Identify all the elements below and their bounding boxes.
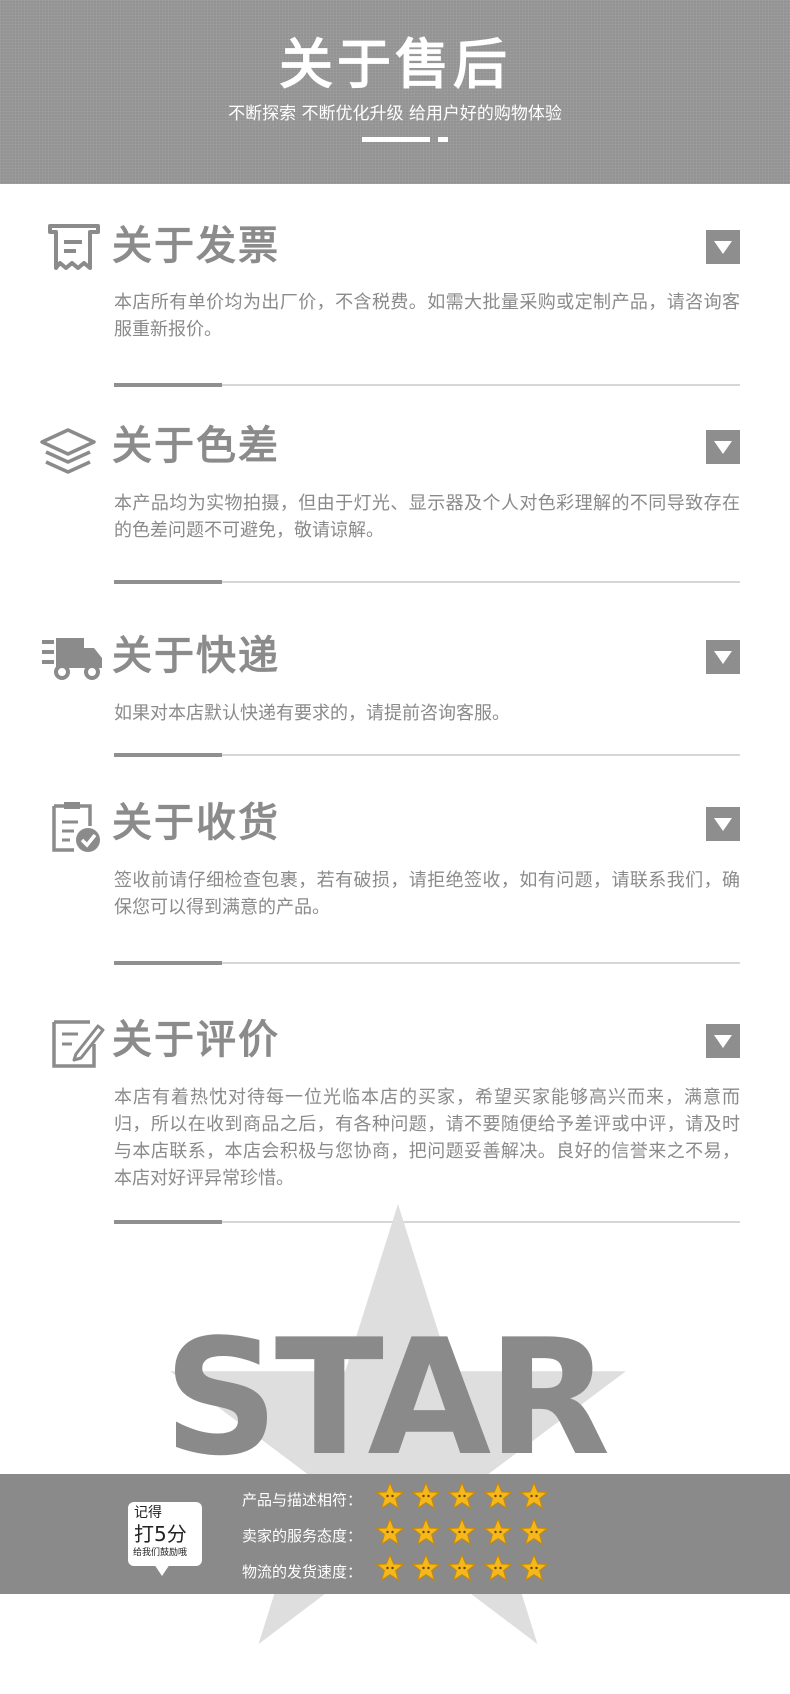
section-title-delivery: 关于快递 <box>112 633 280 679</box>
star-icon <box>448 1518 476 1546</box>
star-icon <box>376 1518 404 1546</box>
star-icon <box>484 1518 512 1546</box>
section-title-review: 关于评价 <box>112 1017 280 1063</box>
star-icon <box>520 1482 548 1510</box>
receipt-icon <box>48 224 100 270</box>
page-subtitle: 不断探索 不断优化升级 给用户好的购物体验 <box>228 104 562 124</box>
expand-toggle-invoice[interactable] <box>706 230 740 264</box>
bubble-line3: 给我们鼓励哦 <box>133 1548 188 1558</box>
star-icon <box>376 1554 404 1582</box>
section-text-delivery: 如果对本店默认快递有要求的，请提前咨询客服。 <box>114 703 510 724</box>
clipboard-check-icon <box>52 802 100 852</box>
section-title-invoice: 关于发票 <box>112 223 280 269</box>
star-icon <box>412 1518 440 1546</box>
brand-logo-text: STAR <box>163 1304 611 1491</box>
rating-stars-description <box>376 1482 556 1512</box>
section-title-color: 关于色差 <box>112 423 280 469</box>
rating-label-shipping: 物流的发货速度： <box>242 1563 363 1581</box>
header-underline <box>362 137 430 142</box>
rating-label-service: 卖家的服务态度： <box>242 1527 363 1545</box>
star-icon <box>448 1482 476 1510</box>
section-text-invoice: 本店所有单价均为出厂价，不含税费。如需大批量采购或定制产品，请咨询客服重新报价。 <box>114 292 740 340</box>
star-icon <box>412 1482 440 1510</box>
expand-toggle-color[interactable] <box>706 430 740 464</box>
rate-us-bubble-tail <box>154 1564 170 1576</box>
header-underline-dot <box>438 137 448 142</box>
section-text-review: 本店有着热忱对待每一位光临本店的买家，希望买家能够高兴而来，满意而归，所以在收到… <box>114 1087 740 1189</box>
rating-label-description: 产品与描述相符： <box>242 1491 363 1509</box>
star-icon <box>484 1482 512 1510</box>
star-icon <box>520 1554 548 1582</box>
section-text-receipt: 签收前请仔细检查包裹，若有破损，请拒绝签收，如有问题，请联系我们，确保您可以得到… <box>114 870 740 918</box>
bubble-line1: 记得 <box>134 1505 162 1521</box>
star-icon <box>376 1482 404 1510</box>
expand-toggle-receipt[interactable] <box>706 807 740 841</box>
star-icon <box>448 1554 476 1582</box>
star-icon <box>412 1554 440 1582</box>
rating-stars-shipping <box>376 1554 556 1584</box>
section-divider-accent <box>114 753 222 757</box>
expand-toggle-delivery[interactable] <box>706 640 740 674</box>
rating-stars-service <box>376 1518 556 1548</box>
section-divider-accent <box>114 383 222 387</box>
section-divider-accent <box>114 961 222 965</box>
edit-note-icon <box>52 1020 105 1068</box>
bubble-line2: 打5分 <box>134 1522 187 1546</box>
section-divider-accent <box>114 1220 222 1224</box>
section-divider-accent <box>114 580 222 584</box>
section-title-receipt: 关于收货 <box>112 800 280 846</box>
expand-toggle-review[interactable] <box>706 1024 740 1058</box>
layers-icon <box>40 428 96 474</box>
page-title: 关于售后 <box>279 33 511 96</box>
delivery-truck-icon <box>42 638 102 680</box>
star-icon <box>520 1518 548 1546</box>
section-text-color: 本产品均为实物拍摄，但由于灯光、显示器及个人对色彩理解的不同导致存在的色差问题不… <box>114 493 740 541</box>
star-icon <box>484 1554 512 1582</box>
